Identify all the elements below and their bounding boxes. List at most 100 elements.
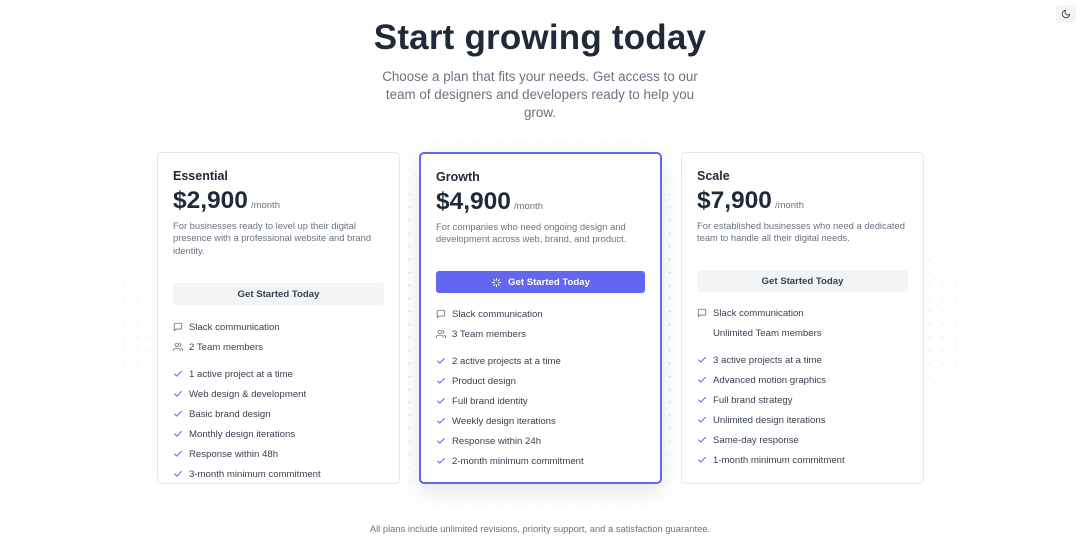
get-started-label: Get Started Today — [508, 276, 590, 288]
feature-list: 3 active projects at a time Advanced mot… — [697, 354, 908, 466]
get-started-button[interactable]: Get Started Today — [173, 283, 384, 305]
plan-name: Scale — [697, 169, 730, 183]
feature-label: Unlimited design iterations — [713, 414, 826, 426]
feature-label: Response within 24h — [452, 435, 542, 447]
message-square-icon — [697, 308, 707, 318]
price-row: $7,900 /month — [697, 187, 908, 219]
feature-list: 1 active project at a time Web design & … — [173, 368, 384, 480]
feature-label: Monthly design iterations — [189, 428, 296, 440]
list-item: Unlimited Team members — [697, 327, 908, 339]
plan-card-scale: Scale $7,900 /month For established busi… — [681, 152, 924, 484]
feature-label: 3-month minimum commitment — [189, 468, 321, 480]
plan-name: Growth — [436, 170, 480, 184]
feature-label: 1 active project at a time — [189, 368, 293, 380]
get-started-button[interactable]: Get Started Today — [436, 271, 645, 293]
list-item: Same-day response — [697, 434, 908, 446]
plan-period: /month — [250, 200, 280, 211]
feature-label: Basic brand design — [189, 408, 271, 420]
list-item: Slack communication — [173, 321, 384, 333]
communication-list: Slack communication 2 Team members — [173, 321, 384, 353]
feature-label: Response within 48h — [189, 448, 279, 460]
plan-card-growth: Growth $4,900 /month For companies who n… — [419, 152, 662, 484]
list-item: Unlimited design iterations — [697, 414, 908, 426]
check-icon — [698, 356, 706, 363]
list-item: Weekly design iterations — [436, 415, 645, 427]
plan-period: /month — [774, 200, 804, 211]
check-icon — [437, 437, 445, 444]
users-icon — [436, 329, 446, 339]
plan-price: $4,900 — [436, 188, 511, 215]
check-icon — [437, 357, 445, 364]
list-item: Web design & development — [173, 388, 384, 400]
check-icon — [437, 417, 445, 424]
feature-label: Advanced motion graphics — [713, 374, 827, 386]
plan-price: $7,900 — [697, 187, 772, 214]
plan-description: For companies who need ongoing design an… — [436, 221, 627, 245]
list-item: Full brand identity — [436, 395, 645, 407]
plan-card-essential: Essential $2,900 /month For businesses r… — [157, 152, 400, 484]
check-icon — [437, 377, 445, 384]
feature-label: 2 Team members — [189, 341, 263, 353]
feature-label: Full brand strategy — [713, 394, 793, 406]
feature-list: 2 active projects at a time Product desi… — [436, 355, 645, 467]
list-item: 1-month minimum commitment — [697, 454, 908, 466]
check-icon — [174, 410, 182, 417]
check-icon — [698, 376, 706, 383]
check-icon — [174, 390, 182, 397]
list-item: 2 active projects at a time — [436, 355, 645, 367]
plan-period: /month — [513, 201, 543, 212]
page-title: Start growing today — [373, 18, 707, 57]
feature-label: Web design & development — [189, 388, 307, 400]
list-item: 3 active projects at a time — [697, 354, 908, 366]
feature-label: 3 Team members — [452, 328, 526, 340]
message-square-icon — [173, 322, 183, 332]
feature-label: 2-month minimum commitment — [452, 455, 584, 467]
check-icon — [437, 457, 445, 464]
sparkle-icon — [491, 277, 502, 287]
users-icon — [173, 342, 183, 352]
feature-label: Unlimited Team members — [713, 327, 822, 339]
feature-label: Slack communication — [189, 321, 280, 333]
price-row: $2,900 /month — [173, 187, 384, 219]
feature-label: 1-month minimum commitment — [713, 454, 845, 466]
check-icon — [174, 370, 182, 377]
list-item: Slack communication — [436, 308, 645, 320]
check-icon — [437, 397, 445, 404]
list-item: Full brand strategy — [697, 394, 908, 406]
plan-description: For businesses ready to level up their d… — [173, 220, 372, 256]
check-icon — [174, 470, 182, 477]
check-icon — [174, 430, 182, 437]
message-square-icon — [436, 309, 446, 319]
feature-label: Slack communication — [452, 308, 543, 320]
list-item: Response within 48h — [173, 448, 384, 460]
feature-label: 3 active projects at a time — [713, 354, 822, 366]
check-icon — [698, 436, 706, 443]
list-item: Advanced motion graphics — [697, 374, 908, 386]
plan-price: $2,900 — [173, 187, 248, 214]
communication-list: Slack communication Unlimited Team membe… — [697, 307, 908, 339]
check-icon — [698, 456, 706, 463]
footer-note: All plans include unlimited revisions, p… — [369, 523, 711, 534]
list-item: 2 Team members — [173, 341, 384, 353]
price-row: $4,900 /month — [436, 188, 645, 220]
plan-name: Essential — [173, 169, 228, 183]
list-item: 2-month minimum commitment — [436, 455, 645, 467]
page-subtitle: Choose a plan that fits your needs. Get … — [382, 69, 698, 120]
get-started-button[interactable]: Get Started Today — [697, 270, 908, 292]
check-icon — [698, 416, 706, 423]
list-item: Basic brand design — [173, 408, 384, 420]
feature-label: Slack communication — [713, 307, 804, 319]
list-item: 1 active project at a time — [173, 368, 384, 380]
feature-label: Same-day response — [713, 434, 799, 446]
check-icon — [174, 450, 182, 457]
get-started-label: Get Started Today — [761, 275, 844, 287]
get-started-label: Get Started Today — [237, 288, 320, 300]
list-item: Monthly design iterations — [173, 428, 384, 440]
communication-list: Slack communication 3 Team members — [436, 308, 645, 340]
feature-label: Product design — [452, 375, 516, 387]
list-item: 3-month minimum commitment — [173, 468, 384, 480]
feature-label: 2 active projects at a time — [452, 355, 561, 367]
feature-label: Weekly design iterations — [452, 415, 556, 427]
list-item: 3 Team members — [436, 328, 645, 340]
list-item: Product design — [436, 375, 645, 387]
